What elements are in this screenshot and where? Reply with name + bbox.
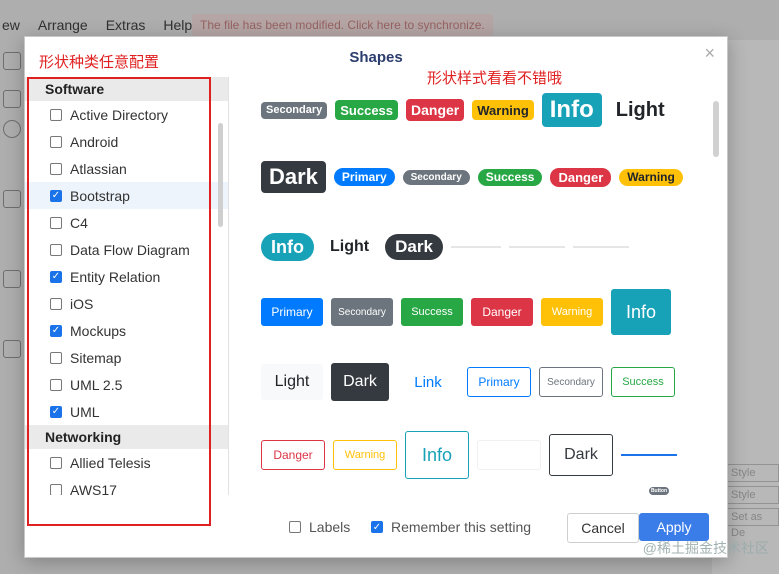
library-item[interactable]: Data Flow Diagram <box>25 236 228 263</box>
library-item[interactable]: iOS <box>25 290 228 317</box>
shape-outline-secondary[interactable]: Secondary <box>539 367 603 397</box>
shape-outline-danger[interactable]: Danger <box>261 440 325 470</box>
shape-outline-light[interactable] <box>477 440 541 470</box>
checkbox[interactable] <box>50 216 62 229</box>
library-label: UML 2.5 <box>70 376 123 393</box>
checkbox[interactable] <box>50 351 62 364</box>
shape-button-info[interactable]: Info <box>611 289 671 335</box>
library-item[interactable]: Android <box>25 128 228 155</box>
shape-button-success[interactable]: Success <box>401 298 463 326</box>
shape-badge-danger[interactable]: Danger <box>406 99 465 121</box>
library-item[interactable]: Active Directory <box>25 101 228 128</box>
library-item[interactable]: UML 2.5 <box>25 371 228 398</box>
library-label: Android <box>70 133 119 150</box>
category-header-software: Software <box>25 77 228 101</box>
library-item[interactable]: C4 <box>25 209 228 236</box>
shape-button-primary[interactable]: Primary <box>261 298 323 326</box>
library-item[interactable]: ✓ Mockups <box>25 317 228 344</box>
checkbox[interactable] <box>50 483 62 495</box>
library-item[interactable]: AWS17 <box>25 476 228 495</box>
library-item[interactable]: Sitemap <box>25 344 228 371</box>
shape-pill-info[interactable]: Info <box>261 233 314 261</box>
shape-tiny-button[interactable]: Button <box>649 487 669 495</box>
apply-button[interactable]: Apply <box>639 513 709 541</box>
shape-outline-primary[interactable]: Primary <box>467 367 531 397</box>
library-label: Active Directory <box>70 106 169 123</box>
shape-badge-success[interactable]: Success <box>335 100 399 120</box>
shape-divider[interactable] <box>450 246 501 248</box>
checkbox[interactable] <box>50 456 62 469</box>
library-label: Allied Telesis <box>70 454 151 471</box>
labels-checkbox[interactable] <box>289 521 301 533</box>
shape-badge-secondary[interactable]: Secondary <box>261 101 328 119</box>
shape-button-danger[interactable]: Danger <box>471 298 533 326</box>
remember-checkbox[interactable]: ✓ <box>371 521 383 533</box>
checkbox[interactable] <box>50 243 62 256</box>
checkbox[interactable]: ✓ <box>50 324 62 337</box>
library-item[interactable]: Allied Telesis <box>25 449 228 476</box>
library-label: iOS <box>70 295 94 312</box>
remember-text: Remember this setting <box>391 519 532 535</box>
library-item[interactable]: ✓ Bootstrap <box>25 182 228 209</box>
checkbox[interactable] <box>50 162 62 175</box>
checkbox[interactable]: ✓ <box>50 189 62 202</box>
shape-outline-dark[interactable]: Dark <box>549 434 613 476</box>
shape-pill-light[interactable]: Light <box>322 235 378 259</box>
shape-button-link[interactable]: Link <box>397 368 459 396</box>
library-label: AWS17 <box>70 481 117 496</box>
shape-outline-warning[interactable]: Warning <box>333 440 397 470</box>
library-label: Bootstrap <box>70 187 130 204</box>
shape-badge-warning[interactable]: Warning <box>472 100 534 120</box>
shape-outline-info[interactable]: Info <box>405 431 469 479</box>
checkbox[interactable]: ✓ <box>50 270 62 283</box>
shape-outline-success[interactable]: Success <box>611 367 675 397</box>
checkbox[interactable]: ✓ <box>50 405 62 418</box>
shape-preview-grid: Secondary Success Danger Warning Info Li… <box>229 77 725 495</box>
shape-button-dark[interactable]: Dark <box>331 363 389 401</box>
library-scrollbar[interactable] <box>218 123 223 227</box>
checkbox[interactable] <box>50 378 62 391</box>
annotation-left: 形状种类任意配置 <box>39 54 160 71</box>
shape-button-warning[interactable]: Warning <box>541 298 603 326</box>
shape-button-light[interactable]: Light <box>261 364 323 400</box>
shapes-dialog: Shapes × 形状种类任意配置 形状样式看看不错哦 Software Act… <box>24 36 728 558</box>
shape-pill-danger[interactable]: Danger <box>550 167 612 187</box>
shape-badge-light[interactable]: Light <box>609 95 671 125</box>
library-item[interactable]: ✓ UML <box>25 398 228 425</box>
library-label: Atlassian <box>70 160 127 177</box>
library-label: Sitemap <box>70 349 122 366</box>
library-list: Software Active Directory Android Atlass… <box>25 77 229 495</box>
close-icon[interactable]: × <box>704 43 715 64</box>
shape-pill-primary[interactable]: Primary <box>333 168 395 186</box>
shape-badge-dark[interactable]: Dark <box>261 161 326 193</box>
library-label: C4 <box>70 214 88 231</box>
cancel-button[interactable]: Cancel <box>567 513 639 543</box>
labels-text: Labels <box>309 519 351 535</box>
shape-divider[interactable] <box>572 246 629 248</box>
watermark: @稀土掘金技术社区 <box>642 540 769 556</box>
library-item[interactable]: ✓ Entity Relation <box>25 263 228 290</box>
shape-divider-primary[interactable] <box>621 454 677 456</box>
labels-option[interactable]: Labels <box>289 519 350 535</box>
library-label: Entity Relation <box>70 268 161 285</box>
checkbox[interactable] <box>50 108 62 121</box>
checkbox[interactable] <box>50 135 62 148</box>
shape-pill-dark[interactable]: Dark <box>385 234 443 260</box>
shape-button-secondary[interactable]: Secondary <box>331 298 393 326</box>
shape-pill-success[interactable]: Success <box>477 168 543 186</box>
shape-badge-info[interactable]: Info <box>541 93 602 127</box>
shape-divider[interactable] <box>508 246 565 248</box>
checkbox[interactable] <box>50 297 62 310</box>
library-item[interactable]: Atlassian <box>25 155 228 182</box>
library-label: UML <box>70 403 100 420</box>
shape-pill-warning[interactable]: Warning <box>619 168 683 186</box>
library-label: Data Flow Diagram <box>70 241 190 258</box>
remember-option[interactable]: ✓ Remember this setting <box>371 519 531 535</box>
category-header-networking: Networking <box>25 425 228 449</box>
shapes-scrollbar[interactable] <box>713 101 719 157</box>
library-label: Mockups <box>70 322 127 339</box>
shape-pill-secondary[interactable]: Secondary <box>402 169 470 185</box>
